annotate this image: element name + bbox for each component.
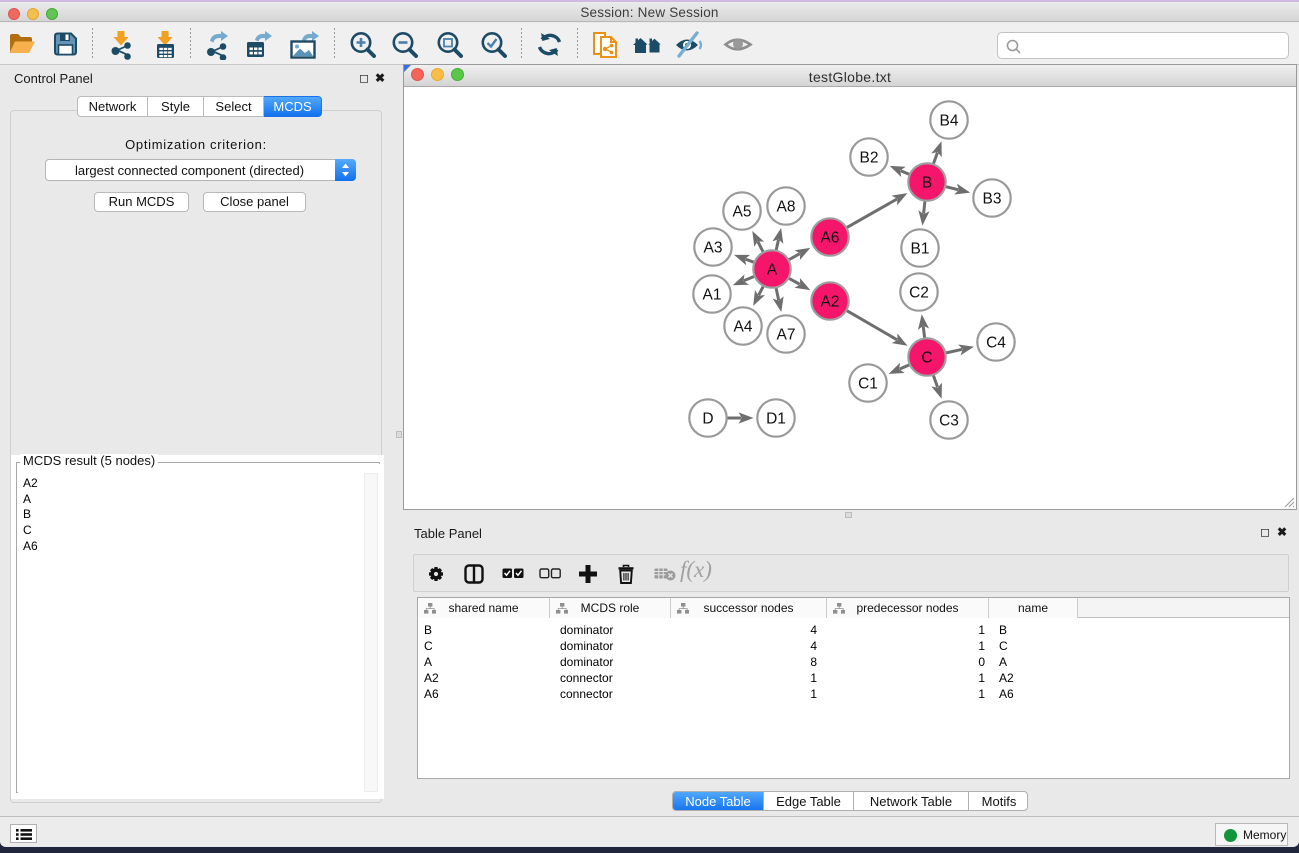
svg-text:C4: C4 xyxy=(986,335,1006,352)
svg-text:C3: C3 xyxy=(939,413,959,430)
svg-text:B3: B3 xyxy=(983,191,1002,208)
svg-text:A8: A8 xyxy=(777,199,796,216)
svg-text:A: A xyxy=(767,262,778,279)
svg-text:A5: A5 xyxy=(733,204,752,221)
svg-text:A1: A1 xyxy=(703,287,722,304)
svg-text:A3: A3 xyxy=(704,240,723,257)
svg-text:B2: B2 xyxy=(860,150,879,167)
svg-text:A2: A2 xyxy=(821,294,840,311)
svg-text:B: B xyxy=(922,175,932,192)
svg-text:B1: B1 xyxy=(911,241,930,258)
svg-text:A4: A4 xyxy=(734,319,753,336)
svg-text:C: C xyxy=(921,350,932,367)
svg-text:C2: C2 xyxy=(909,285,929,302)
svg-text:D1: D1 xyxy=(766,411,786,428)
svg-text:D: D xyxy=(702,411,713,428)
svg-text:B4: B4 xyxy=(940,113,959,130)
svg-text:C1: C1 xyxy=(858,376,878,393)
svg-text:A6: A6 xyxy=(821,230,840,247)
svg-text:A7: A7 xyxy=(777,327,796,344)
